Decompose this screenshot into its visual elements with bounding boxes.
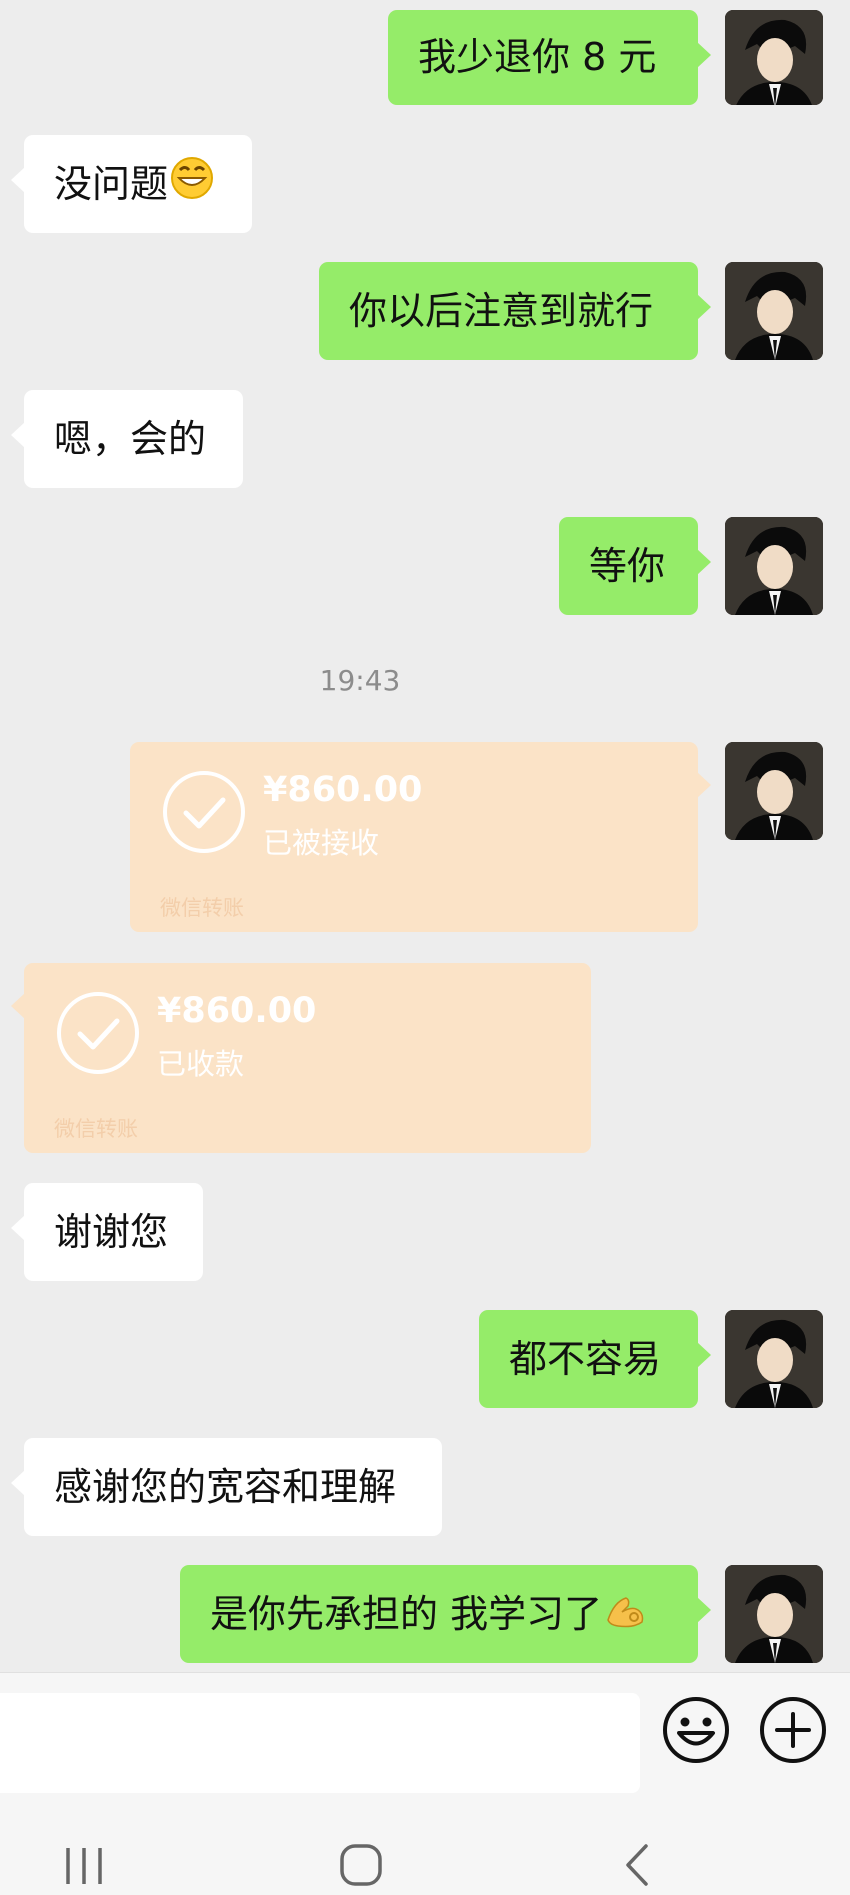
message-text: 我少退你 8 元 [418,35,657,79]
system-navigation-bar [0,1802,850,1895]
message-bubble-outgoing[interactable]: 等你 [559,517,711,615]
ok-hand-icon [604,1568,648,1666]
timestamp: 19:43 [319,664,401,697]
message-text: 你以后注意到就行 [349,289,654,333]
message-text: 感谢您的宽容和理解 [54,1465,397,1509]
check-circle-icon [56,991,140,1075]
check-circle-icon [162,770,246,854]
message-bubble-outgoing[interactable]: 是你先承担的 我学习了 [180,1565,711,1666]
back-icon[interactable] [606,1840,666,1890]
message-text: 都不容易 [509,1337,662,1381]
grinning-face-icon [170,138,214,236]
transfer-amount: ¥860.00 [263,770,423,810]
home-icon[interactable] [331,1840,391,1890]
smiley-icon[interactable] [660,1694,732,1766]
message-bubble-incoming[interactable]: 没问题 [11,135,252,236]
transfer-label: 微信转账 [160,896,244,920]
plus-circle-icon[interactable] [757,1694,829,1766]
avatar[interactable] [725,1565,823,1663]
recent-apps-icon[interactable] [54,1840,114,1890]
message-bubble-outgoing[interactable]: 都不容易 [479,1310,711,1408]
message-bubble-outgoing[interactable]: 你以后注意到就行 [319,262,711,360]
avatar[interactable] [725,10,823,105]
transfer-amount: ¥860.00 [157,991,317,1031]
message-text: 谢谢您 [54,1210,169,1254]
avatar[interactable] [725,742,823,840]
avatar[interactable] [725,1310,823,1408]
avatar[interactable] [725,262,823,360]
transfer-card-outgoing[interactable]: ¥860.00 已被接收 微信转账 [130,742,711,932]
message-bubble-incoming[interactable]: 嗯，会的 [11,390,243,488]
transfer-status: 已收款 [157,1047,245,1081]
message-bubble-outgoing[interactable]: 我少退你 8 元 [388,10,711,105]
transfer-label: 微信转账 [54,1117,138,1141]
composer-bar [0,1672,850,1803]
message-text: 没问题 [24,135,244,236]
transfer-status: 已被接收 [263,826,380,860]
message-bubble-incoming[interactable]: 感谢您的宽容和理解 [11,1438,442,1536]
message-bubble-incoming[interactable]: 谢谢您 [11,1183,203,1281]
message-text: 等你 [589,544,666,588]
transfer-card-incoming[interactable]: ¥860.00 已收款 微信转账 [11,963,591,1153]
message-text: 嗯，会的 [54,417,207,461]
message-text: 是你先承担的 我学习了 [180,1565,678,1666]
avatar[interactable] [725,517,823,615]
message-input[interactable] [0,1693,640,1793]
